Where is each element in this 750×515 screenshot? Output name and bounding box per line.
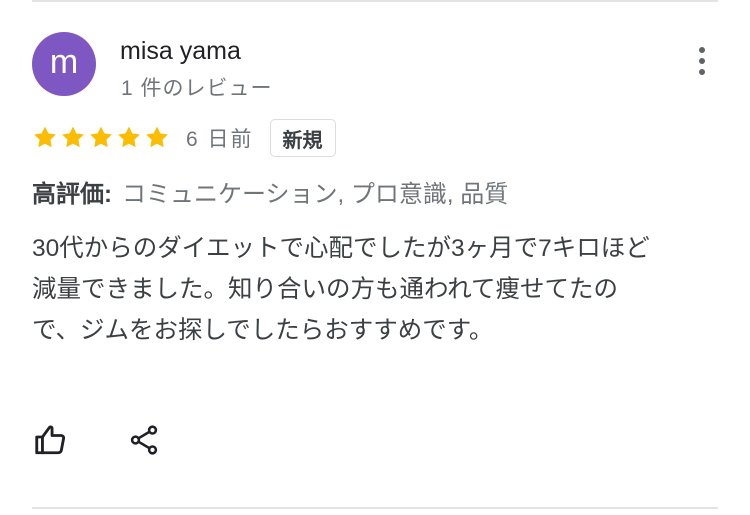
like-button[interactable] [31,422,71,462]
top-divider [32,0,718,2]
author-review-count[interactable]: 1 件のレビュー [121,72,273,102]
review-date: 6 日前 [186,128,254,151]
highlights: 高評価: コミュニケーション, プロ意識, 品質 [32,174,508,209]
more-vertical-icon [699,47,705,75]
avatar-initial: m [49,43,79,81]
highlights-value: コミュニケーション, プロ意識, 品質 [122,181,509,208]
thumb-up-icon [33,422,69,463]
rating-row: 6 日前 新規 [32,116,336,160]
author-name[interactable]: misa yama [120,37,241,66]
review-text: 30代からのダイエットで心配でしたが3ヶ月で7キロほど減量できました。知り合いの… [32,235,650,344]
star-rating [32,125,170,151]
star-icon [32,125,58,151]
avatar[interactable]: m [32,32,96,96]
star-icon [60,125,86,151]
share-icon [127,423,161,462]
bottom-divider [32,507,718,509]
more-options-button[interactable] [688,42,716,80]
star-icon [116,125,142,151]
star-icon [88,125,114,151]
new-badge: 新規 [269,119,336,157]
highlights-label: 高評価: [32,181,112,208]
star-icon [144,125,170,151]
share-button[interactable] [124,422,164,462]
